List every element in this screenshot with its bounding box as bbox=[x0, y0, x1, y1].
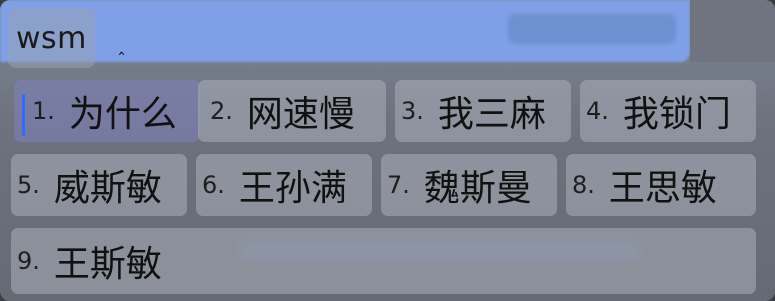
backdrop-edge bbox=[690, 0, 775, 62]
candidate-5[interactable]: 5. 威斯敏 bbox=[11, 154, 187, 216]
candidate-index: 2. bbox=[210, 97, 233, 125]
candidate-index: 6. bbox=[202, 171, 225, 199]
candidate-index: 8. bbox=[572, 171, 595, 199]
candidate-8[interactable]: 8. 王思敏 bbox=[566, 154, 756, 216]
candidate-text: 王斯敏 bbox=[53, 244, 162, 285]
candidate-index: 3. bbox=[401, 97, 424, 125]
candidate-1[interactable]: 1. 为什么 bbox=[14, 80, 200, 142]
backdrop-blurred-pill bbox=[508, 14, 676, 44]
candidate-text: 我三麻 bbox=[437, 94, 546, 135]
candidate-text: 王孙满 bbox=[238, 168, 347, 209]
candidate-3[interactable]: 3. 我三麻 bbox=[395, 80, 571, 142]
candidate-index: 5. bbox=[17, 171, 40, 199]
candidate-index: 9. bbox=[17, 247, 40, 275]
candidate-index: 1. bbox=[32, 97, 55, 125]
selection-cursor-indicator bbox=[22, 94, 25, 136]
preedit-caret-icon: ˆ bbox=[117, 50, 126, 71]
candidate-text: 网速慢 bbox=[246, 94, 355, 135]
preedit-text: wsm bbox=[16, 20, 87, 56]
candidate-6[interactable]: 6. 王孙满 bbox=[196, 154, 372, 216]
candidate-text: 我锁门 bbox=[622, 94, 731, 135]
candidate-text: 为什么 bbox=[68, 94, 177, 135]
ime-candidate-panel: wsm ˆ 1. 为什么 2. 网速慢 3. 我三麻 4. 我锁门 5. 威斯敏… bbox=[0, 0, 775, 301]
candidate-9[interactable]: 9. 王斯敏 bbox=[11, 228, 756, 294]
candidate-text: 威斯敏 bbox=[53, 168, 162, 209]
candidate-index: 7. bbox=[387, 171, 410, 199]
candidate-text: 魏斯曼 bbox=[423, 168, 532, 209]
candidate-index: 4. bbox=[586, 97, 609, 125]
preedit-box: wsm bbox=[8, 8, 95, 68]
candidate-7[interactable]: 7. 魏斯曼 bbox=[381, 154, 557, 216]
candidate-2[interactable]: 2. 网速慢 bbox=[198, 80, 386, 142]
candidate-4[interactable]: 4. 我锁门 bbox=[580, 80, 756, 142]
candidate-text: 王思敏 bbox=[608, 168, 717, 209]
